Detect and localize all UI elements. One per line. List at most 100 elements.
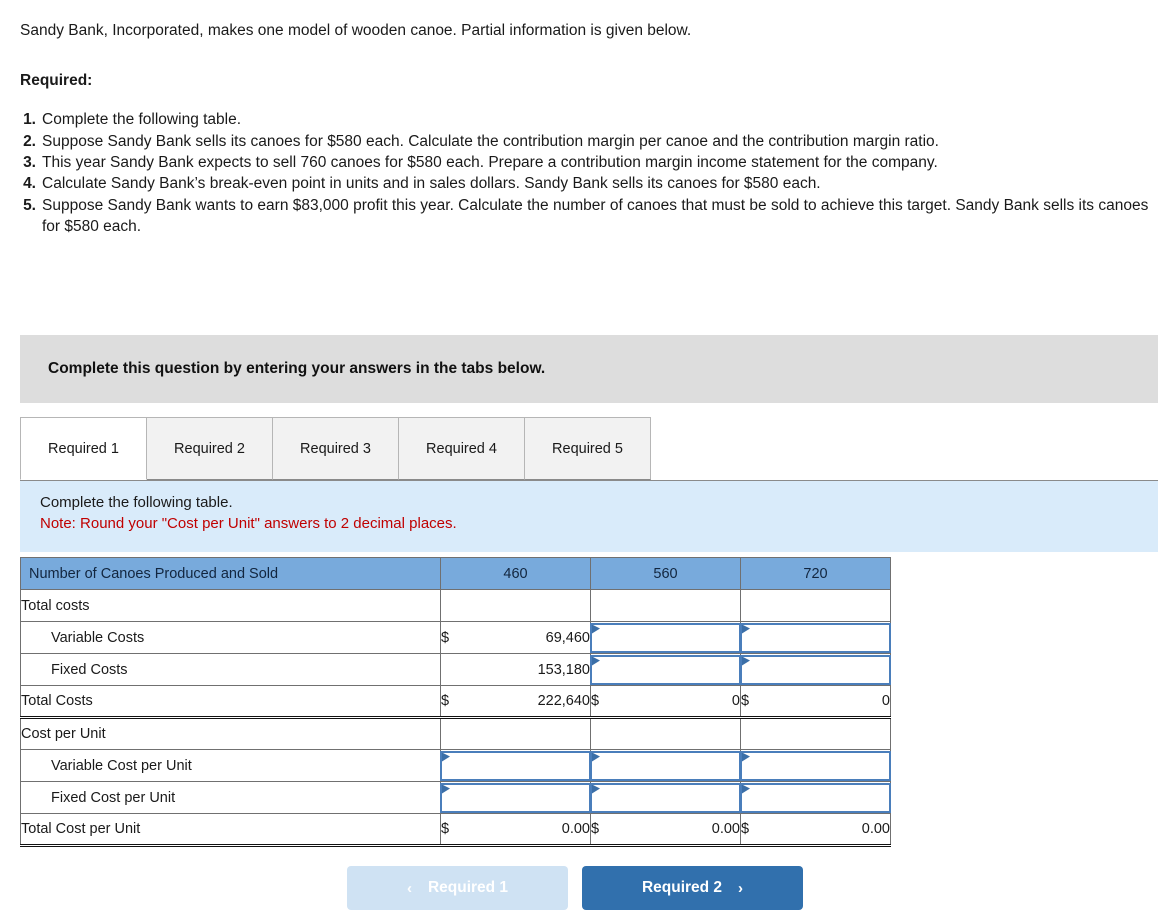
task-note: Complete the following table. Note: Roun… [20, 481, 1158, 552]
currency-value: 0.00 [861, 821, 890, 837]
numeric-cell: 153,180 [440, 653, 591, 686]
requirement-number: 4. [23, 175, 36, 193]
answer-input-cell[interactable] [740, 749, 891, 782]
requirement-text: Suppose Sandy Bank sells its canoes for … [42, 132, 939, 150]
tab-required-5[interactable]: Required 5 [524, 417, 651, 480]
answer-input[interactable] [590, 750, 741, 781]
answer-input[interactable] [590, 622, 741, 653]
empty-cell [590, 589, 741, 622]
tab-required-3[interactable]: Required 3 [272, 417, 399, 480]
answer-input[interactable] [740, 750, 891, 781]
table-row: Variable Cost per Unit [20, 749, 891, 782]
chevron-left-icon: ‹ [406, 879, 412, 897]
tab-label: Required 1 [48, 440, 119, 457]
next-required-button[interactable]: Required 2 › [582, 866, 803, 910]
requirement-text: Complete the following table. [42, 111, 242, 129]
tab-required-4[interactable]: Required 4 [398, 417, 525, 480]
cost-table-header-label: Number of Canoes Produced and Sold [20, 557, 441, 590]
currency-cell: $0.00 [590, 813, 741, 847]
row-label: Variable Cost per Unit [20, 749, 441, 782]
empty-cell [740, 717, 891, 750]
cost-table-column-header: 720 [740, 557, 891, 590]
row-label: Total costs [20, 589, 441, 622]
answer-input[interactable] [590, 654, 741, 685]
currency-symbol: $ [741, 821, 750, 837]
answer-input[interactable] [440, 750, 591, 781]
cost-table-wrapper: Number of Canoes Produced and Sold 460 560… [20, 557, 891, 847]
requirement-number: 2. [23, 132, 36, 150]
dropdown-arrow-icon [442, 752, 450, 762]
tab-navigation: ‹ Required 1 Required 2 › [347, 866, 817, 910]
cost-table-head: Number of Canoes Produced and Sold 460 560… [20, 557, 891, 590]
answer-input[interactable] [740, 782, 891, 813]
answer-input[interactable] [740, 622, 891, 653]
dropdown-arrow-icon [592, 656, 600, 666]
requirement-tabs: Required 1 Required 2 Required 3 Required 4… [20, 417, 1158, 481]
empty-cell [440, 717, 591, 750]
empty-cell [590, 717, 741, 750]
requirement-text: Suppose Sandy Bank wants to earn $83,000… [42, 196, 1149, 236]
answer-input[interactable] [590, 782, 741, 813]
cost-table-column-header: 460 [440, 557, 591, 590]
answer-input-cell[interactable] [740, 781, 891, 814]
dropdown-arrow-icon [742, 624, 750, 634]
requirement-number: 5. [23, 196, 36, 214]
task-note-line-1: Complete the following table. [40, 494, 233, 511]
answer-input-cell[interactable] [590, 749, 741, 782]
dropdown-arrow-icon [742, 752, 750, 762]
currency-value: 0.00 [561, 821, 590, 837]
dropdown-arrow-icon [442, 784, 450, 794]
currency-symbol: $ [591, 693, 600, 709]
row-label: Cost per Unit [20, 717, 441, 750]
answer-input-cell[interactable] [440, 781, 591, 814]
answer-input-cell[interactable] [590, 621, 741, 654]
requirements-list: 1. Complete the following table. 2. Suppose… [20, 109, 1150, 237]
answer-input-cell[interactable] [440, 749, 591, 782]
currency-symbol: $ [441, 693, 450, 709]
required-heading: Required: [20, 72, 93, 90]
row-label: Total Cost per Unit [20, 813, 441, 847]
requirement-text: Calculate Sandy Bank’s break-even point … [42, 175, 821, 193]
answer-input-cell[interactable] [740, 621, 891, 654]
instruction-banner: Complete this question by entering your … [20, 335, 1158, 403]
row-label: Fixed Costs [20, 653, 441, 686]
requirement-item: 5. Suppose Sandy Bank wants to earn $83,0… [20, 195, 1150, 238]
answer-input-cell[interactable] [590, 653, 741, 686]
answer-input-cell[interactable] [590, 781, 741, 814]
tab-label: Required 4 [426, 440, 497, 457]
currency-cell: $0 [740, 685, 891, 719]
currency-value: 0 [731, 693, 740, 709]
table-row: Total costs [20, 589, 891, 622]
prev-required-button[interactable]: ‹ Required 1 [347, 866, 568, 910]
intro-paragraph: Sandy Bank, Incorporated, makes one mode… [20, 22, 692, 39]
currency-value: 69,460 [545, 629, 590, 646]
requirement-number: 1. [23, 111, 36, 129]
requirement-item: 4. Calculate Sandy Bank’s break-even poin… [20, 173, 1150, 194]
tab-required-1[interactable]: Required 1 [20, 417, 147, 480]
currency-cell: $0 [590, 685, 741, 719]
currency-cell: $0.00 [740, 813, 891, 847]
answer-input[interactable] [740, 654, 891, 685]
table-row: Fixed Cost per Unit [20, 781, 891, 814]
tab-label: Required 2 [174, 440, 245, 457]
cost-table-header-row: Number of Canoes Produced and Sold 460 560… [20, 557, 891, 590]
dropdown-arrow-icon [592, 784, 600, 794]
dropdown-arrow-icon [742, 656, 750, 666]
currency-symbol: $ [741, 693, 750, 709]
table-row: Variable Costs $69,460 [20, 621, 891, 654]
cost-table-column-header: 560 [590, 557, 741, 590]
task-note-line-2: Note: Round your "Cost per Unit" answers… [40, 515, 457, 533]
currency-symbol: $ [441, 821, 450, 837]
tab-required-2[interactable]: Required 2 [146, 417, 273, 480]
table-row: Total Costs $222,640 $0 $0 [20, 685, 891, 719]
dropdown-arrow-icon [592, 624, 600, 634]
row-label: Total Costs [20, 685, 441, 719]
answer-input-cell[interactable] [740, 653, 891, 686]
answer-input[interactable] [440, 782, 591, 813]
empty-cell [740, 589, 891, 622]
currency-symbol: $ [441, 629, 450, 646]
dropdown-arrow-icon [742, 784, 750, 794]
cost-table: Number of Canoes Produced and Sold 460 560… [20, 557, 891, 847]
table-row: Cost per Unit [20, 717, 891, 750]
cost-table-body: Total costs Variable Costs $69,460 Fixed Co… [20, 589, 891, 847]
